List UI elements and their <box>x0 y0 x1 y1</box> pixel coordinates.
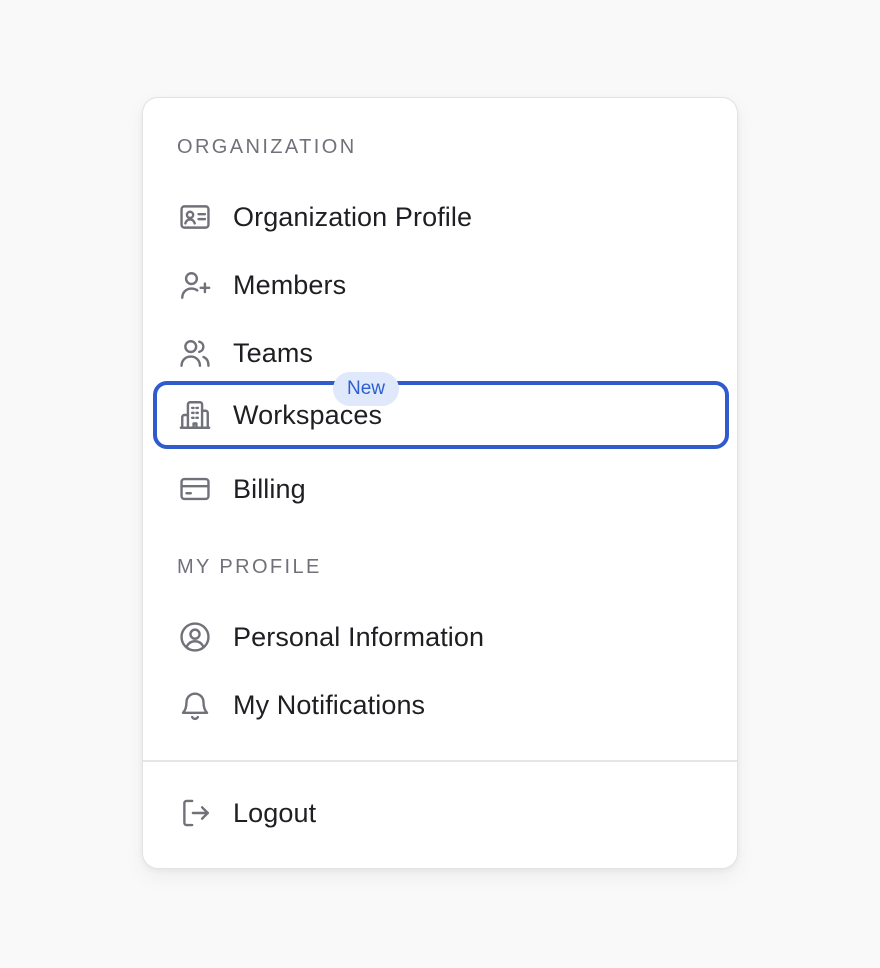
menu-item-teams[interactable]: Teams <box>153 319 729 387</box>
menu-item-members[interactable]: Members <box>153 251 729 319</box>
account-menu: ORGANIZATION Organization Profile Member… <box>142 97 738 869</box>
bell-icon <box>177 687 213 723</box>
menu-item-label: Organization Profile <box>233 201 473 232</box>
menu-item-label: Billing <box>233 473 306 504</box>
user-plus-icon <box>177 267 213 303</box>
menu-item-label: Members <box>233 269 347 300</box>
logout-icon <box>177 795 213 831</box>
menu-item-my-notifications[interactable]: My Notifications <box>153 671 729 739</box>
menu-item-workspaces[interactable]: Workspaces <box>153 381 729 449</box>
menu-item-personal-information[interactable]: Personal Information <box>153 603 729 671</box>
menu-item-billing[interactable]: Billing <box>153 455 729 523</box>
building-icon <box>177 397 213 433</box>
menu-item-label: Teams <box>233 337 314 368</box>
users-icon <box>177 335 213 371</box>
menu-divider <box>143 760 737 762</box>
menu-item-organization-profile[interactable]: Organization Profile <box>153 183 729 251</box>
logout-label: Logout <box>233 797 317 828</box>
credit-card-icon <box>177 471 213 507</box>
section-label-my-profile: MY PROFILE <box>177 556 322 578</box>
user-circle-icon <box>177 619 213 655</box>
section-label-organization: ORGANIZATION <box>177 136 357 158</box>
menu-item-logout[interactable]: Logout <box>153 779 729 847</box>
new-badge: New <box>333 372 400 406</box>
menu-item-label: Personal Information <box>233 621 485 652</box>
menu-item-label: My Notifications <box>233 689 426 720</box>
id-card-icon <box>177 199 213 235</box>
